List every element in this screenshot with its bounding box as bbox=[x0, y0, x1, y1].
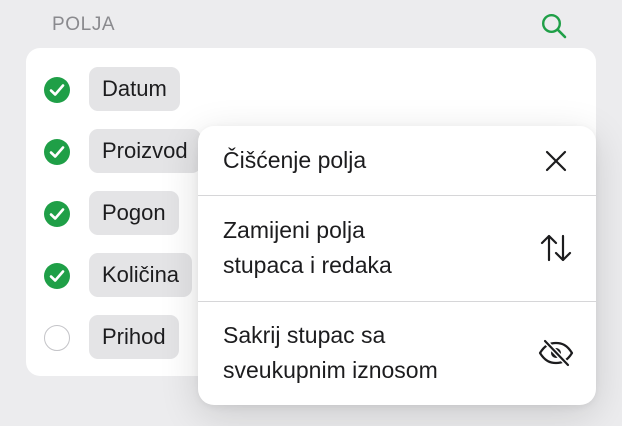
checkmark-icon bbox=[49, 208, 65, 220]
field-checkbox[interactable] bbox=[44, 263, 70, 289]
eye-slash-icon bbox=[538, 335, 574, 371]
search-button[interactable] bbox=[536, 8, 572, 44]
menu-item-label: Sakrij stupac sa sveukupnim iznosom bbox=[223, 322, 438, 383]
menu-item-swap-fields[interactable]: Zamijeni polja stupaca i redaka bbox=[198, 196, 596, 301]
swap-arrows-icon bbox=[538, 230, 574, 266]
field-chip-datum[interactable]: Datum bbox=[89, 67, 180, 111]
field-checkbox[interactable] bbox=[44, 201, 70, 227]
menu-item-clear-fields[interactable]: Čišćenje polja bbox=[198, 126, 596, 195]
close-icon bbox=[538, 143, 574, 179]
section-header-fields: POLJA bbox=[52, 14, 116, 35]
checkmark-icon bbox=[49, 84, 65, 96]
menu-item-label: Čišćenje polja bbox=[223, 147, 367, 173]
field-chip-proizvod[interactable]: Proizvod bbox=[89, 129, 201, 173]
field-checkbox[interactable] bbox=[44, 139, 70, 165]
field-row-datum: Datum bbox=[26, 67, 326, 113]
field-chip-kolicina[interactable]: Količina bbox=[89, 253, 193, 297]
field-checkbox[interactable] bbox=[44, 325, 70, 351]
field-chip-pogon[interactable]: Pogon bbox=[89, 191, 179, 235]
field-chip-prihod[interactable]: Prihod bbox=[89, 315, 179, 359]
menu-item-label: Zamijeni polja stupaca i redaka bbox=[223, 217, 392, 278]
search-icon bbox=[541, 13, 567, 39]
field-checkbox[interactable] bbox=[44, 77, 70, 103]
menu-item-hide-grand-total[interactable]: Sakrij stupac sa sveukupnim iznosom bbox=[198, 302, 596, 405]
field-options-menu: Čišćenje polja Zamijeni polja stupaca i … bbox=[198, 126, 596, 405]
checkmark-icon bbox=[49, 146, 65, 158]
checkmark-icon bbox=[49, 270, 65, 282]
